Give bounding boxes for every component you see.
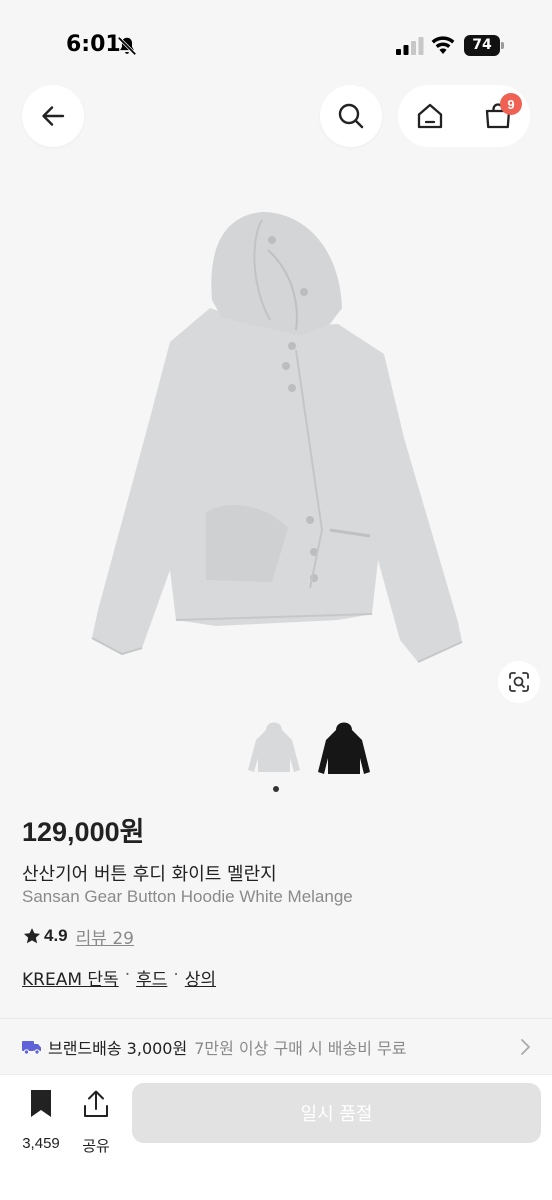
rating-value: 4.9 xyxy=(44,926,68,945)
star-icon xyxy=(23,928,41,944)
tag-kream-exclusive[interactable]: KREAM 단독 xyxy=(22,965,119,990)
wifi-icon xyxy=(431,36,455,54)
lens-button[interactable] xyxy=(498,661,540,703)
bookmark-icon xyxy=(31,1090,51,1117)
product-price: 129,000원 xyxy=(22,817,145,847)
lens-icon xyxy=(509,672,529,692)
bookmark-count: 3,459 xyxy=(22,1135,60,1152)
truck-icon xyxy=(22,1040,41,1055)
tag-separator: · xyxy=(173,965,179,985)
cart-count-badge: 9 xyxy=(500,93,522,115)
bookmark-button[interactable]: 3,459 xyxy=(12,1089,70,1155)
bell-off-icon xyxy=(117,36,137,56)
battery-level: 74 xyxy=(464,35,500,56)
tag-separator: · xyxy=(124,965,131,985)
home-button[interactable] xyxy=(410,96,450,136)
product-name-en: Sansan Gear Button Hoodie White Melange xyxy=(22,887,353,906)
thumbnail-black[interactable] xyxy=(316,718,372,784)
share-icon xyxy=(84,1090,108,1117)
sold-out-button[interactable]: 일시 품절 xyxy=(132,1083,541,1143)
carousel-indicator xyxy=(273,786,279,792)
tag-tops[interactable]: 상의 xyxy=(185,965,216,990)
search-button[interactable] xyxy=(320,85,382,147)
back-arrow-icon xyxy=(42,106,65,126)
rating-row: 4.9 리뷰 29 xyxy=(22,924,134,949)
tag-hoodie[interactable]: 후드 xyxy=(136,965,167,990)
product-image[interactable] xyxy=(0,190,552,710)
shipping-row[interactable]: 브랜드배송 3,000원 7만원 이상 구매 시 배송비 무료 xyxy=(0,1019,552,1074)
thumbnail-strip xyxy=(0,718,552,794)
product-name-ko: 산산기어 버튼 후디 화이트 멜란지 xyxy=(22,864,277,885)
category-tags: KREAM 단독 · 후드 · 상의 xyxy=(22,965,216,990)
shipping-fee: 브랜드배송 3,000원 xyxy=(48,1038,188,1058)
share-label: 공유 xyxy=(82,1137,110,1155)
shipping-note: 7만원 이상 구매 시 배송비 무료 xyxy=(194,1038,407,1058)
search-icon xyxy=(338,103,364,129)
status-time: 6:01 xyxy=(66,32,121,57)
header-actions: 9 xyxy=(398,85,530,147)
chevron-right-icon xyxy=(521,1039,530,1055)
signal-icon xyxy=(396,37,424,55)
thumbnail-gray[interactable] xyxy=(246,718,302,784)
share-button[interactable]: 공유 xyxy=(72,1089,120,1155)
battery-icon: 74 xyxy=(464,35,504,56)
bottom-action-bar: 3,459 공유 일시 품절 xyxy=(0,1074,552,1200)
back-button[interactable] xyxy=(22,85,84,147)
status-bar: 6:01 74 xyxy=(0,0,552,88)
review-link[interactable]: 리뷰 29 xyxy=(76,924,134,949)
home-icon xyxy=(417,103,443,129)
